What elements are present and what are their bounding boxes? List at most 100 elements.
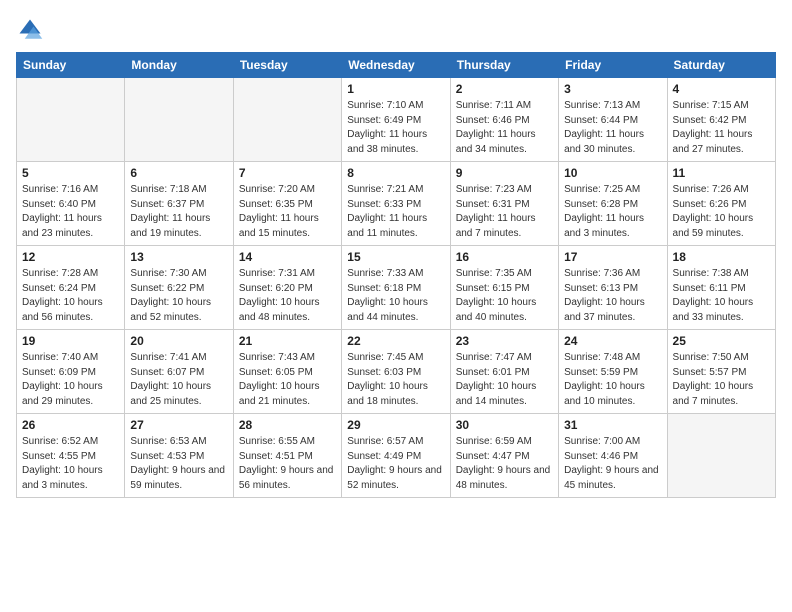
day-number: 8 [347,166,444,180]
day-detail: Sunrise: 7:40 AM Sunset: 6:09 PM Dayligh… [22,351,119,409]
week-row-1: 1 Sunrise: 7:10 AM Sunset: 6:49 PM Daylig… [17,78,776,162]
day-number: 22 [347,334,444,348]
day-number: 21 [239,334,336,348]
calendar-cell: 8 Sunrise: 7:21 AM Sunset: 6:33 PM Daylig… [342,162,450,246]
calendar-cell: 19 Sunrise: 7:40 AM Sunset: 6:09 PM Dayli… [17,330,125,414]
day-number: 25 [673,334,770,348]
calendar-cell: 12 Sunrise: 7:28 AM Sunset: 6:24 PM Dayli… [17,246,125,330]
day-number: 7 [239,166,336,180]
day-detail: Sunrise: 7:36 AM Sunset: 6:13 PM Dayligh… [564,267,661,325]
day-number: 6 [130,166,227,180]
day-number: 18 [673,250,770,264]
day-detail: Sunrise: 7:20 AM Sunset: 6:35 PM Dayligh… [239,183,336,241]
calendar-cell: 28 Sunrise: 6:55 AM Sunset: 4:51 PM Dayli… [233,414,341,498]
col-wednesday: Wednesday [342,53,450,78]
calendar-cell [125,78,233,162]
calendar-cell: 13 Sunrise: 7:30 AM Sunset: 6:22 PM Dayli… [125,246,233,330]
day-number: 15 [347,250,444,264]
day-number: 24 [564,334,661,348]
day-detail: Sunrise: 7:33 AM Sunset: 6:18 PM Dayligh… [347,267,444,325]
calendar-cell: 25 Sunrise: 7:50 AM Sunset: 5:57 PM Dayli… [667,330,775,414]
logo-icon [16,16,44,44]
calendar-cell [667,414,775,498]
day-number: 10 [564,166,661,180]
week-row-2: 5Sunrise: 7:16 AM Sunset: 6:40 PM Daylig… [17,162,776,246]
calendar-cell: 14 Sunrise: 7:31 AM Sunset: 6:20 PM Dayli… [233,246,341,330]
week-row-3: 12 Sunrise: 7:28 AM Sunset: 6:24 PM Dayli… [17,246,776,330]
day-detail: Sunrise: 7:28 AM Sunset: 6:24 PM Dayligh… [22,267,119,325]
calendar-cell [17,78,125,162]
day-detail: Sunrise: 7:41 AM Sunset: 6:07 PM Dayligh… [130,351,227,409]
week-row-5: 26Sunrise: 6:52 AM Sunset: 4:55 PM Dayli… [17,414,776,498]
day-detail: Sunrise: 7:13 AM Sunset: 6:44 PM Dayligh… [564,99,661,157]
week-row-4: 19 Sunrise: 7:40 AM Sunset: 6:09 PM Dayli… [17,330,776,414]
calendar-cell: 4 Sunrise: 7:15 AM Sunset: 6:42 PM Daylig… [667,78,775,162]
day-detail: Sunrise: 7:11 AM Sunset: 6:46 PM Dayligh… [456,99,553,157]
day-number: 19 [22,334,119,348]
day-detail: Sunrise: 7:18 AM Sunset: 6:37 PM Dayligh… [130,183,227,241]
day-number: 30 [456,418,553,432]
calendar-cell: 29Sunrise: 6:57 AM Sunset: 4:49 PM Dayli… [342,414,450,498]
day-detail: Sunrise: 6:57 AM Sunset: 4:49 PM Dayligh… [347,435,444,493]
day-detail: Sunrise: 6:59 AM Sunset: 4:47 PM Dayligh… [456,435,553,493]
day-detail: Sunrise: 7:43 AM Sunset: 6:05 PM Dayligh… [239,351,336,409]
calendar-cell: 22 Sunrise: 7:45 AM Sunset: 6:03 PM Dayli… [342,330,450,414]
day-detail: Sunrise: 6:55 AM Sunset: 4:51 PM Dayligh… [239,435,336,493]
logo [16,16,48,44]
day-detail: Sunrise: 7:21 AM Sunset: 6:33 PM Dayligh… [347,183,444,241]
day-detail: Sunrise: 7:30 AM Sunset: 6:22 PM Dayligh… [130,267,227,325]
day-detail: Sunrise: 7:38 AM Sunset: 6:11 PM Dayligh… [673,267,770,325]
calendar-cell: 21 Sunrise: 7:43 AM Sunset: 6:05 PM Dayli… [233,330,341,414]
day-detail: Sunrise: 7:35 AM Sunset: 6:15 PM Dayligh… [456,267,553,325]
day-detail: Sunrise: 7:50 AM Sunset: 5:57 PM Dayligh… [673,351,770,409]
day-number: 17 [564,250,661,264]
day-detail: Sunrise: 7:23 AM Sunset: 6:31 PM Dayligh… [456,183,553,241]
day-detail: Sunrise: 7:45 AM Sunset: 6:03 PM Dayligh… [347,351,444,409]
calendar-cell: 18 Sunrise: 7:38 AM Sunset: 6:11 PM Dayli… [667,246,775,330]
col-saturday: Saturday [667,53,775,78]
day-number: 23 [456,334,553,348]
day-detail: Sunrise: 7:15 AM Sunset: 6:42 PM Dayligh… [673,99,770,157]
calendar-cell: 27Sunrise: 6:53 AM Sunset: 4:53 PM Dayli… [125,414,233,498]
calendar-cell: 24 Sunrise: 7:48 AM Sunset: 5:59 PM Dayli… [559,330,667,414]
calendar-cell: 16 Sunrise: 7:35 AM Sunset: 6:15 PM Dayli… [450,246,558,330]
day-number: 13 [130,250,227,264]
header [16,16,776,44]
calendar-cell: 5Sunrise: 7:16 AM Sunset: 6:40 PM Daylig… [17,162,125,246]
day-detail: Sunrise: 7:48 AM Sunset: 5:59 PM Dayligh… [564,351,661,409]
calendar-cell: 10 Sunrise: 7:25 AM Sunset: 6:28 PM Dayli… [559,162,667,246]
day-number: 1 [347,82,444,96]
calendar-cell: 7 Sunrise: 7:20 AM Sunset: 6:35 PM Daylig… [233,162,341,246]
day-number: 11 [673,166,770,180]
day-number: 5 [22,166,119,180]
day-number: 2 [456,82,553,96]
day-detail: Sunrise: 7:31 AM Sunset: 6:20 PM Dayligh… [239,267,336,325]
calendar-cell [233,78,341,162]
day-number: 9 [456,166,553,180]
day-detail: Sunrise: 7:25 AM Sunset: 6:28 PM Dayligh… [564,183,661,241]
day-number: 14 [239,250,336,264]
day-number: 4 [673,82,770,96]
calendar-table: Sunday Monday Tuesday Wednesday Thursday… [16,52,776,498]
day-detail: Sunrise: 6:52 AM Sunset: 4:55 PM Dayligh… [22,435,119,493]
day-number: 16 [456,250,553,264]
calendar-cell: 20Sunrise: 7:41 AM Sunset: 6:07 PM Dayli… [125,330,233,414]
day-detail: Sunrise: 7:10 AM Sunset: 6:49 PM Dayligh… [347,99,444,157]
day-number: 3 [564,82,661,96]
day-detail: Sunrise: 7:47 AM Sunset: 6:01 PM Dayligh… [456,351,553,409]
calendar-cell: 9 Sunrise: 7:23 AM Sunset: 6:31 PM Daylig… [450,162,558,246]
day-detail: Sunrise: 6:53 AM Sunset: 4:53 PM Dayligh… [130,435,227,493]
day-number: 12 [22,250,119,264]
page-container: Sunday Monday Tuesday Wednesday Thursday… [16,16,776,498]
header-row: Sunday Monday Tuesday Wednesday Thursday… [17,53,776,78]
day-number: 31 [564,418,661,432]
calendar-cell: 3 Sunrise: 7:13 AM Sunset: 6:44 PM Daylig… [559,78,667,162]
calendar-cell: 26Sunrise: 6:52 AM Sunset: 4:55 PM Dayli… [17,414,125,498]
col-tuesday: Tuesday [233,53,341,78]
col-friday: Friday [559,53,667,78]
calendar-cell: 30 Sunrise: 6:59 AM Sunset: 4:47 PM Dayli… [450,414,558,498]
calendar-cell: 1 Sunrise: 7:10 AM Sunset: 6:49 PM Daylig… [342,78,450,162]
day-number: 28 [239,418,336,432]
calendar-cell: 23 Sunrise: 7:47 AM Sunset: 6:01 PM Dayli… [450,330,558,414]
calendar-cell: 15 Sunrise: 7:33 AM Sunset: 6:18 PM Dayli… [342,246,450,330]
